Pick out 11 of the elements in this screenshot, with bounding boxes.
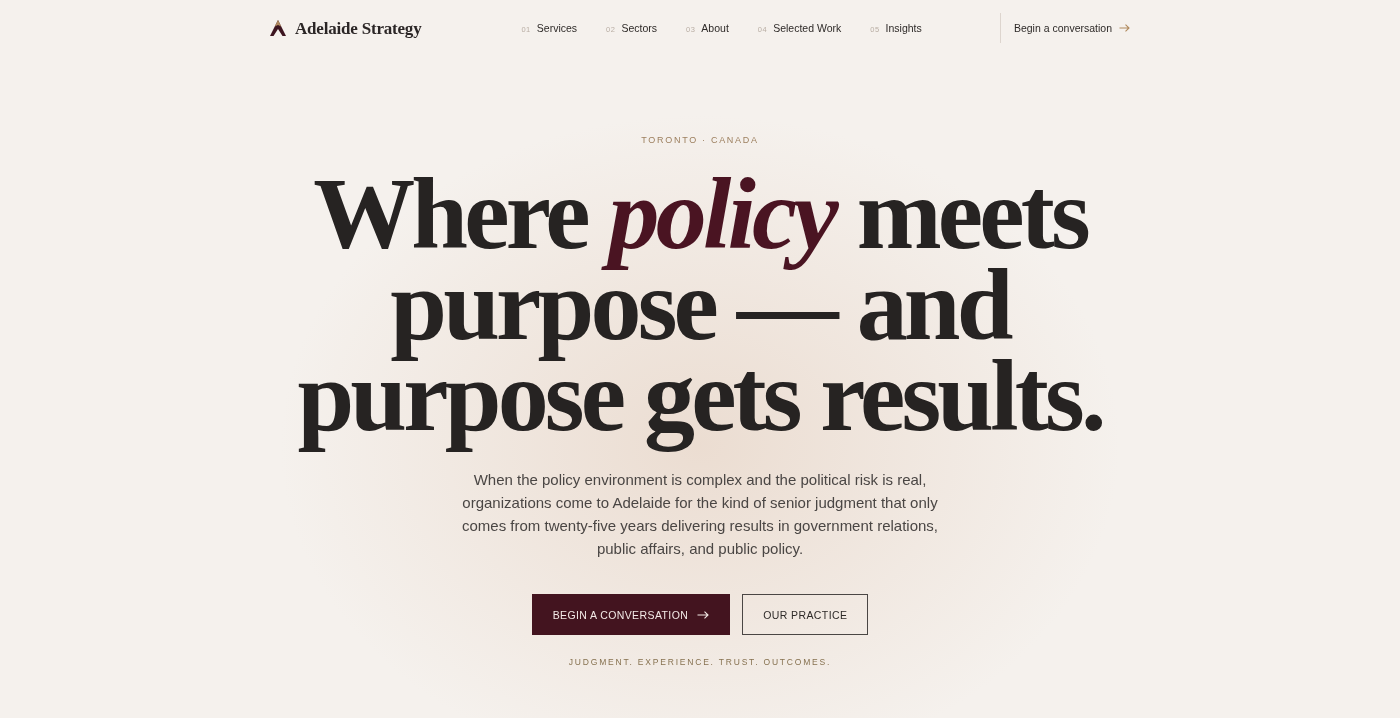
arrow-icon <box>1119 23 1130 32</box>
practice-button[interactable]: OUR PRACTICE <box>742 594 869 635</box>
conversation-button[interactable]: BEGIN A CONVERSATION <box>531 594 731 635</box>
intro-paragraph: When the policy environment is complex and the political risk is real, organizations come to Adelaide for the kind of senior judgment that only comes from twenty-five years delivering results in government relations, public affairs, and public policy. <box>461 470 939 559</box>
arrow-icon <box>697 610 710 619</box>
location-label: TORONTO · CANADA <box>641 134 759 146</box>
headline: Where policy meets purpose — and purpose gets results. <box>297 168 1103 454</box>
tagline: JUDGMENT. EXPERIENCE. TRUST. OUTCOMES. <box>568 657 832 667</box>
brand-name[interactable]: Adelaide Strategy <box>295 16 422 39</box>
logo-icon <box>270 19 286 36</box>
conversation-link[interactable]: Begin a conversation <box>1013 21 1130 34</box>
